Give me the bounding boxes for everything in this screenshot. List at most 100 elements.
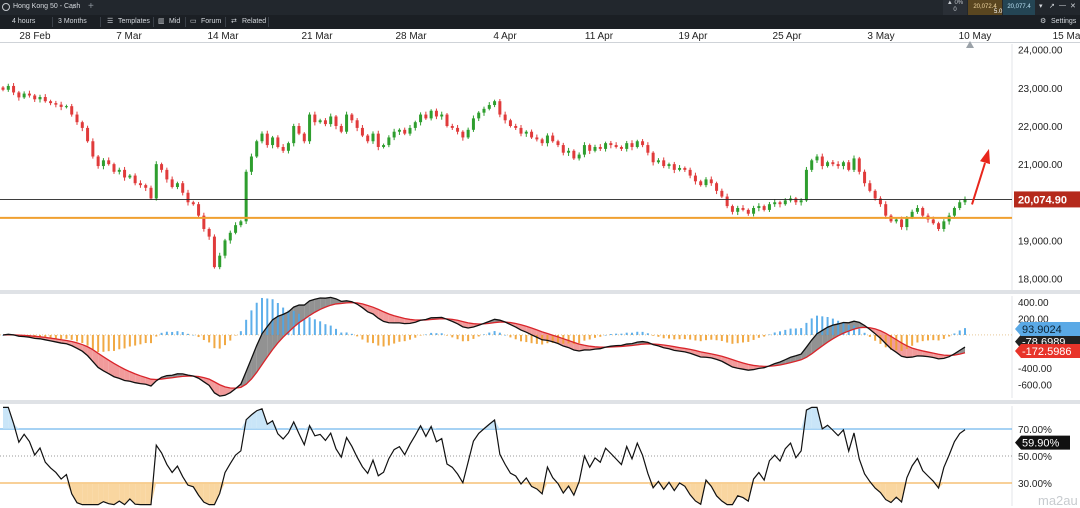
- candle-body: [355, 120, 359, 128]
- macd-tick-label: 400.00: [1018, 298, 1049, 309]
- forum-button[interactable]: Forum: [201, 15, 221, 29]
- candle-body: [49, 101, 53, 104]
- candle-body: [366, 135, 370, 142]
- candle-body: [482, 108, 486, 113]
- candle-body: [276, 137, 280, 147]
- popout-icon[interactable]: ↗: [1049, 2, 1055, 10]
- candle-body: [408, 127, 412, 134]
- settings-button[interactable]: Settings: [1051, 15, 1076, 29]
- add-tab-button[interactable]: +: [88, 1, 94, 12]
- price-tick-label: 19,000.00: [1018, 236, 1063, 247]
- candle-body: [561, 145, 565, 153]
- candle-body: [841, 162, 845, 167]
- candle-body: [387, 137, 391, 146]
- macd-histogram-bar: [673, 334, 676, 340]
- candle-body: [450, 126, 454, 128]
- candle-body: [958, 202, 962, 208]
- macd-histogram-bar: [414, 334, 417, 338]
- macd-tick-label: -400.00: [1018, 364, 1052, 375]
- candle-body: [112, 164, 116, 172]
- candle-body: [212, 236, 216, 268]
- candle-body: [720, 190, 724, 197]
- templates-button[interactable]: Templates: [118, 15, 150, 29]
- candle-body: [6, 85, 10, 90]
- macd-histogram-bar: [625, 332, 628, 335]
- candle-body: [709, 179, 713, 184]
- search-icon[interactable]: ⌕: [72, 1, 77, 12]
- candle-body: [662, 160, 666, 167]
- macd-histogram-bar: [335, 328, 337, 335]
- gear-icon[interactable]: ⚙: [1040, 15, 1046, 29]
- macd-histogram-bar: [477, 334, 480, 337]
- macd-histogram-bar: [451, 334, 454, 338]
- candle-body: [625, 143, 629, 149]
- candle-body: [138, 183, 142, 186]
- macd-histogram-bar: [319, 321, 322, 335]
- candle-body: [413, 122, 417, 128]
- macd-histogram-bar: [113, 334, 115, 351]
- chart-area[interactable]: 28 Feb 7 Mar 14 Mar 21 Mar 28 Mar 4 Apr 11 Apr…: [0, 29, 1080, 508]
- macd-histogram-bar: [208, 334, 211, 343]
- candle-body: [683, 167, 687, 170]
- macd-histogram-bar: [599, 334, 602, 337]
- macd-histogram-bar: [403, 334, 406, 342]
- macd-histogram-bar: [366, 334, 369, 343]
- candle-body: [715, 183, 719, 191]
- x-tick-label: 21 Mar: [301, 31, 333, 42]
- rsi-tick-label: 50.00%: [1018, 452, 1052, 463]
- dropdown-icon[interactable]: ▾: [1039, 2, 1043, 10]
- x-tick-label: 19 Apr: [679, 31, 709, 42]
- range-selector[interactable]: 3 Months: [58, 15, 87, 29]
- macd-histogram-bar: [567, 334, 570, 344]
- forum-icon: ▭: [190, 18, 197, 25]
- candle-body: [376, 133, 380, 147]
- candle-body: [392, 131, 396, 138]
- candle-body: [598, 146, 602, 149]
- candle-body: [403, 129, 407, 134]
- macd-histogram-bar: [255, 302, 258, 335]
- macd-histogram-bar: [382, 334, 385, 347]
- candle-body: [815, 156, 819, 161]
- macd-histogram-bar: [546, 334, 549, 344]
- macd-histogram-bar: [261, 297, 263, 335]
- minimize-icon[interactable]: —: [1059, 2, 1066, 9]
- candle-body: [577, 154, 581, 159]
- macd-histogram-bar: [937, 334, 940, 341]
- buy-price[interactable]: 20,077.4: [1003, 0, 1035, 15]
- candle-body: [508, 120, 512, 126]
- candle-body: [22, 93, 26, 98]
- macd-histogram-bar: [356, 334, 359, 337]
- related-button[interactable]: Related: [242, 15, 266, 29]
- macd-histogram-bar: [657, 334, 660, 337]
- candle-body: [567, 150, 571, 153]
- macd-histogram-bar: [467, 334, 470, 342]
- macd-histogram-bar: [440, 333, 443, 335]
- candle-body: [75, 114, 79, 123]
- interval-selector[interactable]: 4 hours: [12, 15, 35, 29]
- macd-histogram-bar: [430, 332, 433, 335]
- candle-body: [271, 137, 275, 146]
- macd-histogram-bar: [958, 330, 961, 335]
- macd-histogram-bar: [308, 317, 311, 335]
- macd-histogram-bar: [276, 302, 279, 335]
- macd-histogram-bar: [271, 299, 274, 335]
- candle-body: [540, 139, 544, 144]
- rsi-oversold-fill: [92, 483, 99, 505]
- rsi-oversold-fill: [737, 483, 743, 498]
- macd-histogram-bar: [520, 334, 522, 342]
- candle-body: [762, 206, 766, 210]
- close-icon[interactable]: ✕: [1070, 2, 1076, 10]
- macd-histogram-bar: [715, 334, 718, 341]
- candle-body: [101, 160, 105, 167]
- macd-histogram-bar: [916, 334, 919, 343]
- macd-histogram-bar: [620, 333, 623, 335]
- candle-body: [498, 101, 502, 115]
- macd-histogram-bar: [948, 334, 951, 337]
- candle-body: [730, 206, 734, 212]
- price-type-button[interactable]: Mid: [169, 15, 180, 29]
- candle-body: [487, 105, 491, 109]
- macd-histogram-bar: [340, 332, 343, 335]
- candle-body: [38, 97, 42, 100]
- macd-histogram-bar: [784, 329, 787, 335]
- macd-histogram-bar: [60, 334, 63, 340]
